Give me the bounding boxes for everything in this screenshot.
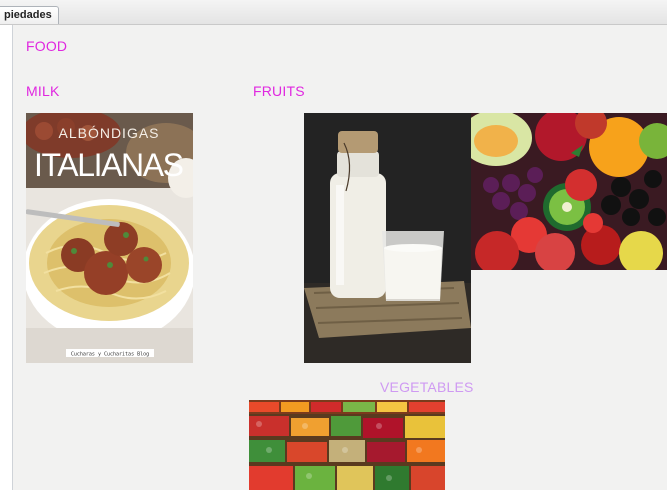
tab-bar: piedades — [0, 0, 667, 25]
milk-heading: MILK — [26, 83, 60, 99]
fruits-image — [471, 113, 667, 270]
fruits-heading: FRUITS — [253, 83, 305, 99]
recipe-title-line2: ITALIANAS — [34, 147, 184, 183]
tab-propiedades[interactable]: piedades — [0, 6, 59, 24]
recipe-cover-image: ALBÓNDIGAS ITALIANAS Cucharas y Cucharit… — [26, 113, 193, 363]
recipe-title-line1: ALBÓNDIGAS — [58, 125, 159, 141]
milk-image — [304, 113, 471, 363]
food-heading: FOOD — [26, 38, 68, 54]
recipe-credit: Cucharas y Cucharitas Blog — [71, 352, 149, 358]
vegetables-heading: VEGETABLES — [380, 379, 474, 395]
vegetables-image — [249, 400, 445, 490]
